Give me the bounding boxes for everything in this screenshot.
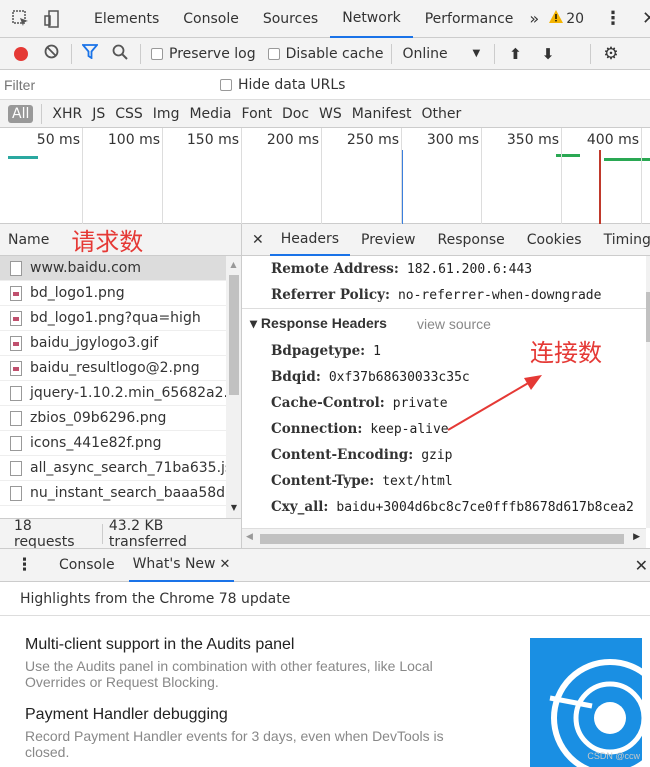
close-icon[interactable]: ✕ xyxy=(220,557,231,572)
whats-new-item[interactable]: Multi-client support in the Audits panel… xyxy=(25,636,465,690)
whats-new-item-desc: Use the Audits panel in combination with… xyxy=(25,658,433,690)
close-drawer-icon[interactable]: ✕ xyxy=(635,556,648,575)
drawer-tab-console[interactable]: Console xyxy=(53,557,121,573)
whats-new-panel: Multi-client support in the Audits panel… xyxy=(0,616,650,767)
chrome-update-banner[interactable] xyxy=(530,638,642,767)
whats-new-item-desc: Record Payment Handler events for 3 days… xyxy=(25,728,444,760)
annotation-connections: 连接数 xyxy=(530,339,602,367)
drawer-tabbar: ⋮ Console What's New ✕ ✕ xyxy=(0,548,650,582)
drawer-menu-icon[interactable]: ⋮ xyxy=(16,555,33,575)
whats-new-item-title: Multi-client support in the Audits panel xyxy=(25,636,295,653)
whats-new-item-title: Payment Handler debugging xyxy=(25,706,228,723)
drawer-tab-whats-new[interactable]: What's New ✕ xyxy=(128,548,235,582)
chrome-logo-graphic xyxy=(549,659,642,767)
highlights-title: Highlights from the Chrome 78 update xyxy=(20,590,291,607)
highlights-header: Highlights from the Chrome 78 update xyxy=(0,582,650,616)
drawer-tab-whats-new-label: What's New xyxy=(132,556,216,572)
whats-new-item[interactable]: Payment Handler debugging Record Payment… xyxy=(25,706,465,760)
watermark: CSDN @ccw xyxy=(587,751,640,761)
